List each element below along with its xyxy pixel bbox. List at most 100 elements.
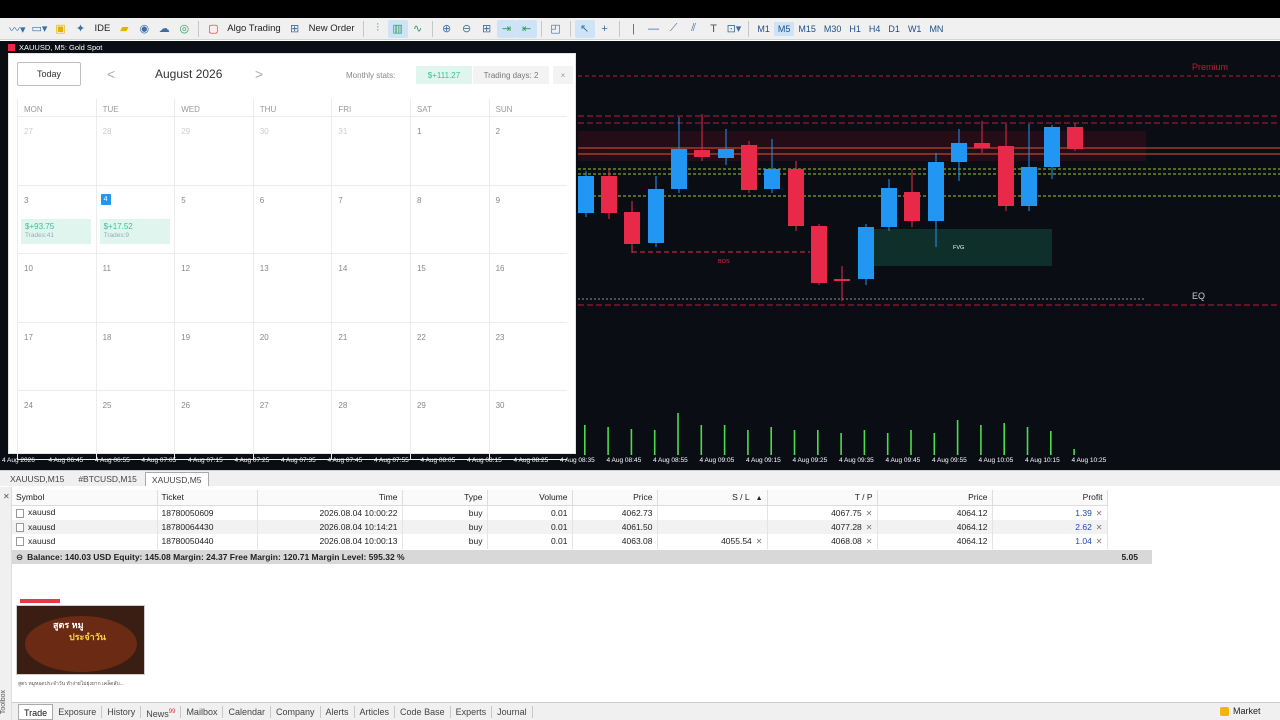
calendar-day[interactable]: 27 [17,117,96,186]
calendar-day[interactable]: 28 [95,117,175,186]
next-month-button[interactable]: > [255,66,263,82]
tab-experts[interactable]: Experts [451,705,493,718]
calendar-day[interactable]: 20 [252,322,332,392]
remove-profit-icon[interactable]: ✕ [1096,509,1103,518]
calendar-day[interactable]: 15 [409,254,489,323]
cursor-icon[interactable]: ↖ [574,19,595,38]
calendar-day[interactable]: 8 [409,185,489,255]
video-thumbnail[interactable]: สูตร หมู ประจำวัน [16,605,145,675]
calendar-day[interactable]: 2 [488,117,568,186]
cloud-icon[interactable]: ☁ [154,20,174,38]
calendar-day[interactable]: 1 [409,117,489,186]
tab-alerts[interactable]: Alerts [321,705,355,718]
calendar-day[interactable]: 11 [95,254,175,323]
candle-chart-icon[interactable]: ▥ [387,19,408,38]
tab-company[interactable]: Company [271,705,321,718]
calendar-day[interactable]: 16 [488,254,568,323]
vertical-line-icon[interactable]: | [624,20,644,38]
column-header[interactable]: Type [402,490,488,506]
tab-trade[interactable]: Trade [18,703,54,720]
tab-calendar[interactable]: Calendar [223,705,271,718]
chart-tab[interactable]: #BTCUSD,M15 [72,472,143,486]
calendar-day[interactable]: 12 [174,254,253,323]
zoom-in-icon[interactable]: ⊕ [437,20,457,38]
column-header[interactable]: Profit [992,490,1108,506]
calendar-day[interactable]: 7 [331,185,410,255]
algo-trading-icon[interactable]: ▢ [203,20,223,38]
screenshot-icon[interactable]: ◰ [546,20,566,38]
calendar-day[interactable]: 5 [174,185,253,255]
timeframe-m1[interactable]: M1 [753,22,774,36]
ide-button[interactable]: IDE [90,23,114,34]
calendar-day[interactable]: 14 [331,254,410,323]
position-row[interactable]: xauusd 18780064430 2026.08.04 10:14:21 buy 0… [12,519,1108,534]
timeframe-m30[interactable]: M30 [820,22,846,36]
calendar-day[interactable]: 30 [488,391,568,460]
calendar-day[interactable]: 28 [331,391,410,460]
position-row[interactable]: xauusd 18780050440 2026.08.04 10:00:13 buy 0… [12,534,1108,549]
today-button[interactable]: Today [17,62,81,86]
tab-articles[interactable]: Articles [355,705,396,718]
tab-code-base[interactable]: Code Base [395,705,451,718]
calendar-day[interactable]: 25 [95,391,175,460]
column-header[interactable]: Volume [487,490,573,506]
remove-profit-icon[interactable]: ✕ [1096,523,1103,532]
signal-icon[interactable]: ◉ [134,20,154,38]
calendar-day[interactable]: 23 [488,322,568,392]
ide-icon[interactable]: ✦ [70,20,90,38]
tab-mailbox[interactable]: Mailbox [181,705,224,718]
calendar-day[interactable]: 6 [252,185,332,255]
tab-news[interactable]: News99 [141,705,182,719]
column-header[interactable]: Symbol [12,490,158,506]
calendar-day[interactable]: 27 [252,391,332,460]
calendar-day[interactable]: 31 [331,117,410,186]
remove-sl-icon[interactable]: ✕ [756,537,763,546]
horizontal-line-icon[interactable]: — [644,20,664,38]
timeframe-m15[interactable]: M15 [794,22,820,36]
chart-tab[interactable]: XAUUSD,M15 [4,472,70,486]
remove-tp-icon[interactable]: ✕ [866,523,873,532]
timeframe-m5[interactable]: M5 [773,21,795,36]
new-order-button[interactable]: New Order [305,23,359,34]
tab-journal[interactable]: Journal [492,705,533,718]
prev-month-button[interactable]: < [107,66,115,82]
calendar-day[interactable]: 29 [409,391,489,460]
text-icon[interactable]: T [704,20,724,38]
new-order-icon[interactable]: ⊞ [285,20,305,38]
autoscroll-icon[interactable]: ⇥ [496,19,517,38]
calendar-day[interactable]: 26 [174,391,253,460]
timeframe-d1[interactable]: D1 [884,22,904,36]
chart-tab[interactable]: XAUUSD,M5 [144,472,209,486]
calendar-day[interactable]: 21 [331,322,410,392]
calendar-close-button[interactable]: × [553,66,573,84]
position-row[interactable]: xauusd 18780050609 2026.08.04 10:00:22 buy 0… [12,505,1108,520]
calendar-day[interactable]: 4 $+17.52 Trades:9 [95,185,175,255]
calendar-day[interactable]: 10 [17,254,96,323]
shapes-icon[interactable]: ⊡▾ [724,20,745,38]
bar-chart-icon[interactable]: ⫶ [368,20,388,38]
chart-shift-icon[interactable]: ⇤ [516,19,537,38]
metaeditor-icon[interactable]: ▣ [50,20,70,38]
algo-trading-button[interactable]: Algo Trading [223,23,284,34]
bag-icon[interactable]: ▰ [114,20,134,38]
calendar-day[interactable]: 17 [17,322,96,392]
column-header[interactable]: Ticket [157,490,258,506]
channel-icon[interactable]: ⫽ [684,20,704,38]
grid-icon[interactable]: ⊞ [477,20,497,38]
calendar-day[interactable]: 13 [252,254,332,323]
column-header[interactable]: S / L ▲ [657,490,768,506]
column-header[interactable]: T / P [767,490,878,506]
calendar-day[interactable]: 29 [174,117,253,186]
remove-profit-icon[interactable]: ✕ [1096,537,1103,546]
calendar-day[interactable]: 18 [95,322,175,392]
remove-tp-icon[interactable]: ✕ [866,509,873,518]
timeframe-h4[interactable]: H4 [865,22,885,36]
calendar-day[interactable]: 9 [488,185,568,255]
crosshair-icon[interactable]: + [595,20,615,38]
timeframe-mn[interactable]: MN [925,22,947,36]
calendar-day[interactable]: 22 [409,322,489,392]
calendar-day[interactable]: 30 [252,117,332,186]
calendar-day[interactable]: 19 [174,322,253,392]
market-button[interactable]: Market [1220,706,1261,716]
line-chart-icon[interactable]: ∿ [408,20,428,38]
